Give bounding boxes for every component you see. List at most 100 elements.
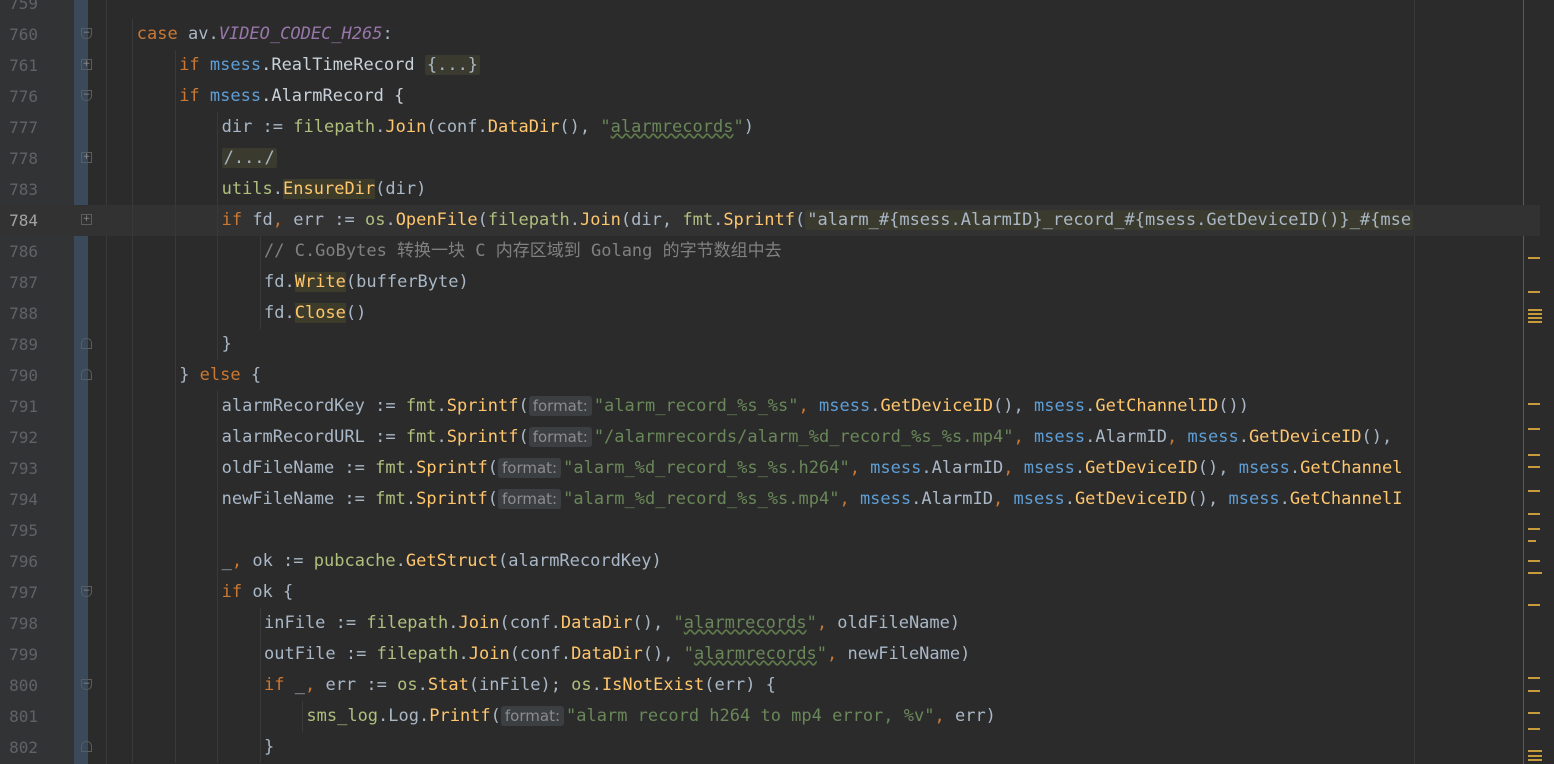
indent-guide — [174, 267, 176, 298]
fold-end-icon[interactable] — [81, 369, 92, 380]
code-token: . — [1074, 458, 1086, 478]
code-text[interactable]: if msess.RealTimeRecord {...} — [179, 50, 481, 81]
code-line[interactable]: 761 + if msess.RealTimeRecord {...} — [0, 50, 1540, 81]
code-line[interactable]: 777 dir := filepath.Join(conf.DataDir(), … — [0, 112, 1540, 143]
fold-collapse-icon[interactable]: − — [81, 679, 92, 690]
code-line[interactable]: 783 utils.EnsureDir(dir) — [0, 174, 1540, 205]
code-token: Join — [468, 644, 510, 664]
fold-end-icon[interactable] — [81, 338, 92, 349]
code-line[interactable]: 801 sms_log.Log.Printf(format: "alarm reco… — [0, 701, 1540, 732]
code-line[interactable]: 796 _, ok := pubcache.GetStruct(alarmReco… — [0, 546, 1540, 577]
code-token: . — [395, 551, 406, 571]
code-line[interactable]: 760 − case av.VIDEO_CODEC_H265: — [0, 19, 1540, 50]
code-line[interactable]: 759 — [0, 0, 1540, 19]
code-token: { — [240, 365, 262, 385]
code-text[interactable]: /.../ — [221, 143, 277, 174]
indent-guide — [132, 639, 134, 670]
code-token: alarmrecords — [683, 613, 807, 633]
code-text[interactable]: } — [264, 732, 274, 763]
code-token: pubcache — [313, 551, 396, 571]
code-text[interactable]: alarmRecordKey := fmt.Sprintf(format: "al… — [222, 391, 1249, 422]
indent-guide — [132, 546, 134, 577]
indent-guide — [132, 50, 134, 81]
code-text[interactable]: fd.Write(bufferByte) — [264, 267, 469, 298]
code-text[interactable]: if ok { — [222, 577, 294, 608]
code-token: fmt — [375, 458, 406, 478]
code-token: "alarm_%d_record_%s_%s.mp4" — [563, 489, 840, 509]
indent-guide — [217, 701, 219, 732]
code-token: " — [806, 613, 817, 633]
line-number: 786 — [9, 242, 38, 261]
code-line[interactable]: 802} — [0, 732, 1540, 763]
code-line[interactable]: 791 alarmRecordKey := fmt.Sprintf(format:… — [0, 391, 1540, 422]
code-token: msess — [1228, 489, 1280, 509]
code-line[interactable]: 794 newFileName := fmt.Sprintf(format: "al… — [0, 484, 1540, 515]
code-line[interactable]: 797 − if ok { — [0, 577, 1540, 608]
code-token: ( — [477, 210, 488, 230]
code-line[interactable]: 790} else { — [0, 360, 1540, 391]
code-line[interactable]: 776 − if msess.AlarmRecord { — [0, 81, 1540, 112]
fold-collapse-icon[interactable]: − — [81, 28, 92, 39]
line-number: 792 — [9, 428, 38, 447]
line-number: 800 — [9, 676, 38, 695]
indent-guide — [259, 236, 261, 267]
code-text[interactable]: fd.Close() — [264, 298, 366, 329]
code-token: filepath — [376, 644, 459, 664]
code-line[interactable]: 798 inFile := filepath.Join(conf.DataDir(… — [0, 608, 1540, 639]
code-text[interactable]: } else { — [179, 360, 261, 391]
line-number: 789 — [9, 335, 38, 354]
code-line[interactable]: 784 + if fd, err := os.OpenFile(filepath.J… — [0, 205, 1540, 236]
code-text[interactable]: _, ok := pubcache.GetStruct(alarmRecordK… — [222, 546, 662, 577]
code-text[interactable]: newFileName := fmt.Sprintf(format: "alarm… — [222, 484, 1403, 515]
code-line[interactable]: 778 + /.../ — [0, 143, 1540, 174]
code-token: msess — [209, 86, 262, 106]
fold-end-icon[interactable] — [81, 741, 92, 752]
code-text[interactable]: utils.EnsureDir(dir) — [222, 174, 426, 205]
code-text[interactable]: oldFileName := fmt.Sprintf(format: "alarm… — [222, 453, 1403, 484]
code-text[interactable]: alarmRecordURL := fmt.Sprintf(format: "/a… — [222, 422, 1392, 453]
code-token: msess — [1013, 489, 1065, 509]
code-line[interactable]: 789} — [0, 329, 1540, 360]
code-line[interactable]: 786 // C.GoBytes 转换一块 C 内存区域到 Golang 的字节数… — [0, 236, 1540, 267]
code-text[interactable]: if _, err := os.Stat(inFile); os.IsNotEx… — [264, 670, 776, 701]
code-line[interactable]: 788 fd.Close() — [0, 298, 1540, 329]
fold-collapse-icon[interactable]: − — [81, 586, 92, 597]
fold-expand-icon[interactable]: + — [81, 59, 92, 70]
code-editor[interactable]: 759 760− case av.VIDEO_CODEC_H265: 761 + if m… — [0, 0, 1554, 764]
code-text[interactable]: inFile := filepath.Join(conf.DataDir(), … — [264, 608, 960, 639]
code-line[interactable]: 800 − if _, err := os.Stat(inFile); os.IsN… — [0, 670, 1540, 701]
code-line[interactable]: 795 — [0, 515, 1540, 546]
code-line[interactable]: 792 alarmRecordURL := fmt.Sprintf(format:… — [0, 422, 1540, 453]
code-token: ) — [743, 117, 754, 137]
code-token: DataDir — [487, 117, 560, 137]
fold-expand-icon[interactable]: + — [81, 152, 92, 163]
code-token: . — [385, 210, 396, 230]
code-text[interactable]: // C.GoBytes 转换一块 C 内存区域到 Golang 的字节数组中去 — [264, 236, 782, 267]
indent-guide — [217, 112, 219, 143]
indent-guide — [174, 639, 176, 670]
indent-guide — [217, 298, 219, 329]
code-text[interactable]: if fd, err := os.OpenFile(filepath.Join(… — [222, 205, 1414, 236]
code-text[interactable]: sms_log.Log.Printf(format: "alarm record … — [306, 701, 996, 732]
code-line[interactable]: 799 outFile := filepath.Join(conf.DataDir… — [0, 639, 1540, 670]
code-text[interactable]: case av.VIDEO_CODEC_H265: — [137, 19, 393, 50]
code-text[interactable]: dir := filepath.Join(conf.DataDir(), "al… — [222, 112, 754, 143]
code-token: GetDeviceID — [880, 396, 994, 416]
code-token: (), — [559, 117, 601, 137]
code-text[interactable]: outFile := filepath.Join(conf.DataDir(),… — [264, 639, 970, 670]
line-number: 788 — [9, 304, 38, 323]
code-token: /.../ — [221, 148, 277, 168]
code-token: DataDir — [571, 644, 643, 664]
fold-collapse-icon[interactable]: − — [81, 90, 92, 101]
fold-expand-icon[interactable]: + — [81, 214, 92, 225]
code-line[interactable]: 787 fd.Write(bufferByte) — [0, 267, 1540, 298]
code-text[interactable]: if msess.AlarmRecord { — [179, 81, 404, 112]
code-line[interactable]: 793 oldFileName := fmt.Sprintf(format: "al… — [0, 453, 1540, 484]
indent-guide — [217, 453, 219, 484]
code-token: " — [733, 117, 744, 137]
code-token: fmt — [682, 210, 714, 230]
code-token: } — [264, 737, 275, 757]
code-token: case — [136, 24, 188, 44]
code-text[interactable]: } — [222, 329, 232, 360]
code-token: Printf — [429, 706, 491, 726]
